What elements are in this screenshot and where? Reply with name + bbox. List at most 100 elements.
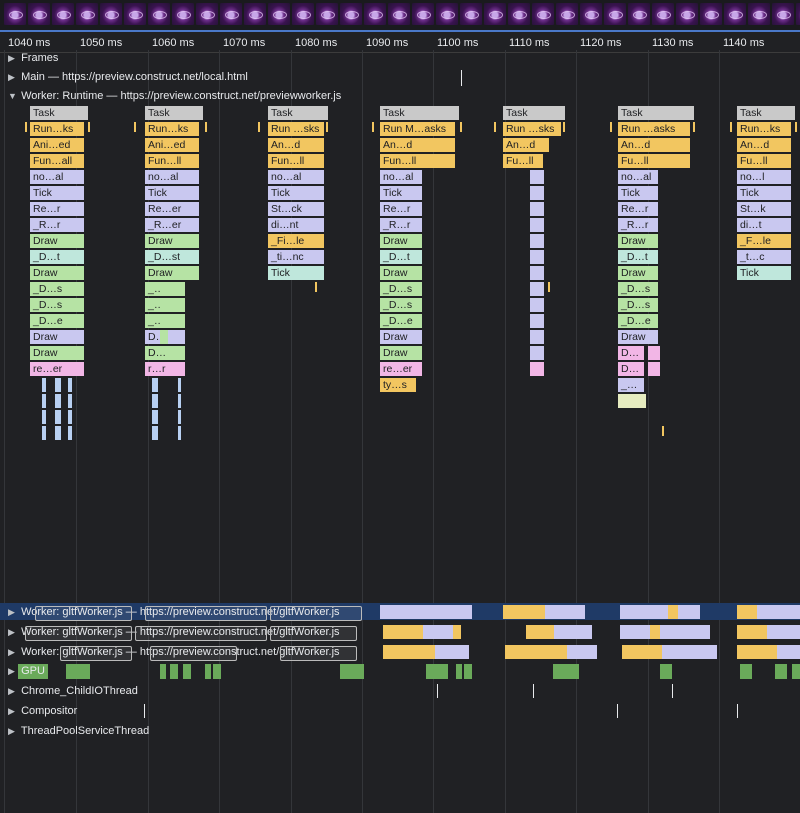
flame-slice[interactable]: Tick <box>268 266 324 280</box>
triangle-right-icon[interactable]: ▶ <box>8 703 18 719</box>
gpu-activity-block[interactable] <box>340 664 364 679</box>
gpu-activity-block[interactable] <box>464 664 472 679</box>
track-gpu[interactable]: ▶ GPU <box>8 663 45 679</box>
flame-slice[interactable]: _D…e <box>618 314 658 328</box>
flame-slice-narrow[interactable] <box>42 410 46 424</box>
flame-slice[interactable]: An…d <box>268 138 324 152</box>
gpu-activity-block[interactable] <box>740 664 752 679</box>
worker-slice[interactable] <box>737 645 777 659</box>
flame-slice[interactable]: Tick <box>145 186 199 200</box>
flame-slice[interactable]: Fun…ll <box>145 154 199 168</box>
worker-label-outline[interactable] <box>35 606 132 621</box>
flame-slice-narrow[interactable] <box>530 170 544 184</box>
flame-slice[interactable]: An…d <box>737 138 791 152</box>
flame-slice[interactable]: Draw <box>30 330 84 344</box>
frame-thumbnail[interactable] <box>532 3 554 25</box>
flame-slice[interactable]: no…al <box>30 170 84 184</box>
flame-slice[interactable]: An…d <box>618 138 690 152</box>
triangle-right-icon[interactable]: ▶ <box>8 624 18 640</box>
flame-slice[interactable]: _D…s <box>618 298 658 312</box>
frame-thumbnail[interactable] <box>796 3 800 25</box>
track-compositor[interactable]: ▶ Compositor <box>8 703 77 719</box>
event-tick[interactable] <box>258 122 260 132</box>
event-tick[interactable] <box>662 426 664 436</box>
worker-slice[interactable] <box>660 625 710 639</box>
triangle-right-icon[interactable]: ▶ <box>8 69 18 85</box>
flame-slice-narrow[interactable] <box>68 426 72 440</box>
flame-slice[interactable]: _R…r <box>380 218 422 232</box>
flame-slice[interactable]: Fun…ll <box>268 154 324 168</box>
triangle-right-icon[interactable]: ▶ <box>8 663 18 679</box>
flame-slice[interactable]: D… <box>618 346 644 360</box>
flame-slice[interactable]: _D…t <box>380 250 422 264</box>
flame-slice[interactable]: Run M…asks <box>380 122 455 136</box>
flame-slice[interactable]: _D…e <box>30 314 84 328</box>
flame-slice[interactable]: _D…s <box>380 282 422 296</box>
worker-slice[interactable] <box>567 645 597 659</box>
worker-slice[interactable] <box>620 605 668 619</box>
flame-slice[interactable]: Task <box>737 106 795 120</box>
frame-thumbnail[interactable] <box>556 3 578 25</box>
frame-thumbnail[interactable] <box>220 3 242 25</box>
worker-slice[interactable] <box>662 645 717 659</box>
worker-slice[interactable] <box>435 645 469 659</box>
frame-thumbnail[interactable] <box>28 3 50 25</box>
frame-thumbnail[interactable] <box>196 3 218 25</box>
flame-slice[interactable]: Fu…ll <box>618 154 690 168</box>
flame-slice[interactable]: Tick <box>618 186 658 200</box>
flame-slice-narrow[interactable] <box>42 426 46 440</box>
flame-slice-narrow[interactable] <box>530 266 544 280</box>
flame-slice[interactable]: Task <box>145 106 203 120</box>
frame-thumbnail[interactable] <box>124 3 146 25</box>
flame-slice-narrow[interactable] <box>160 314 168 328</box>
worker-label-outline[interactable] <box>145 606 267 621</box>
flame-slice[interactable]: re…er <box>30 362 84 376</box>
flame-slice-narrow[interactable] <box>530 298 544 312</box>
flame-slice[interactable]: _D…t <box>30 250 84 264</box>
flame-slice[interactable]: _D…s <box>380 298 422 312</box>
flame-slice[interactable]: Run…ks <box>145 122 199 136</box>
flame-slice[interactable]: _R…r <box>30 218 84 232</box>
worker-slice[interactable] <box>777 645 800 659</box>
triangle-right-icon[interactable]: ▶ <box>8 644 18 660</box>
frame-thumbnail[interactable] <box>652 3 674 25</box>
frame-thumbnail[interactable] <box>292 3 314 25</box>
event-tick[interactable] <box>693 122 695 132</box>
flame-slice-narrow[interactable] <box>530 314 544 328</box>
flame-slice-narrow[interactable] <box>152 410 158 424</box>
worker-label-outline[interactable] <box>150 646 237 661</box>
frame-thumbnail[interactable] <box>724 3 746 25</box>
flame-slice[interactable]: Task <box>380 106 459 120</box>
time-ruler[interactable]: 1040 ms 1050 ms 1060 ms 1070 ms 1080 ms 1090 … <box>0 30 800 53</box>
flame-slice[interactable]: Run …asks <box>618 122 690 136</box>
flame-slice[interactable]: Draw <box>618 234 658 248</box>
flame-slice-narrow[interactable] <box>530 330 544 344</box>
worker-label-outline[interactable] <box>270 626 357 641</box>
frame-thumbnail[interactable] <box>772 3 794 25</box>
worker-slice[interactable] <box>503 605 545 619</box>
flame-slice[interactable]: _R…r <box>618 218 658 232</box>
gpu-activity-block[interactable] <box>775 664 787 679</box>
flame-slice[interactable]: Draw <box>380 346 422 360</box>
flame-slice-narrow[interactable] <box>530 218 544 232</box>
flame-slice-narrow[interactable] <box>152 394 158 408</box>
event-tick[interactable] <box>372 122 374 132</box>
flame-slice[interactable]: Run …sks <box>503 122 561 136</box>
flame-slice[interactable]: Draw <box>30 346 84 360</box>
flame-slice[interactable]: Draw <box>30 266 84 280</box>
flame-slice-narrow[interactable] <box>530 250 544 264</box>
flame-slice[interactable]: Re…r <box>618 202 658 216</box>
flame-slice[interactable]: _D…s <box>618 282 658 296</box>
flame-slice[interactable]: Run…ks <box>737 122 791 136</box>
worker-slice[interactable] <box>554 625 592 639</box>
flame-slice[interactable]: no…al <box>380 170 422 184</box>
gpu-activity-block[interactable] <box>160 664 166 679</box>
flame-slice[interactable]: St…k <box>737 202 791 216</box>
event-tick[interactable] <box>315 282 317 292</box>
gpu-activity-block[interactable] <box>170 664 178 679</box>
worker-label-outline[interactable] <box>280 646 357 661</box>
flame-slice[interactable]: no…al <box>618 170 658 184</box>
track-main[interactable]: ▶ Main — https://preview.construct.net/l… <box>8 69 248 85</box>
frame-thumbnail[interactable] <box>700 3 722 25</box>
event-tick[interactable] <box>326 122 328 132</box>
